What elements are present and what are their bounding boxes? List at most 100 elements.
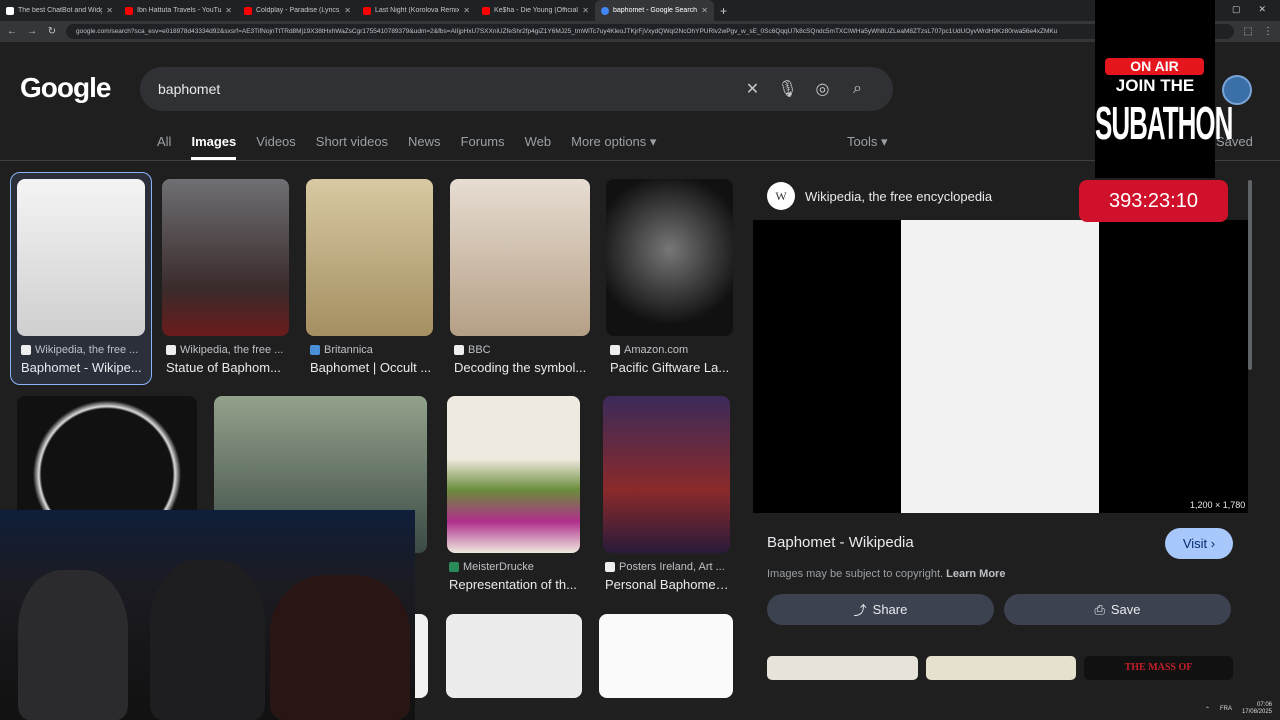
extensions-icon[interactable]: ⬚	[1242, 26, 1254, 37]
result-source[interactable]: BBC	[454, 344, 491, 356]
tab-short-videos[interactable]: Short videos	[316, 134, 388, 160]
tools-button[interactable]: Tools ▾	[847, 134, 888, 150]
panel-scrollbar[interactable]	[1248, 180, 1252, 370]
menu-icon[interactable]: ⋮	[1262, 26, 1274, 37]
visit-button[interactable]: Visit ›	[1165, 528, 1233, 559]
result-source[interactable]: Posters Ireland, Art ...	[605, 561, 725, 573]
back-icon[interactable]: ←	[6, 26, 18, 37]
preview-image[interactable]	[901, 220, 1099, 513]
language-indicator[interactable]: FRA	[1220, 706, 1232, 712]
result-title[interactable]: Personal Baphomet...	[605, 577, 729, 592]
result-source[interactable]: Wikipedia, the free ...	[166, 344, 283, 356]
close-tab-icon[interactable]: ✕	[106, 6, 113, 15]
subathon-text: SUBATHON	[1095, 96, 1233, 150]
wikipedia-icon	[166, 345, 176, 355]
close-tab-icon[interactable]: ✕	[225, 6, 232, 15]
youtube-favicon-icon	[482, 6, 490, 15]
wikipedia-icon: W	[767, 182, 795, 210]
divider	[0, 160, 1280, 161]
logo-text: Google	[20, 72, 111, 103]
result-source[interactable]: Britannica	[310, 344, 373, 356]
save-button[interactable]: ⎙ Save	[1004, 594, 1231, 625]
result-image[interactable]	[450, 179, 590, 336]
clock[interactable]: 07:06 17/08/2025	[1242, 702, 1272, 716]
close-tab-icon[interactable]: ✕	[344, 6, 351, 15]
chevron-right-icon: ›	[1210, 536, 1216, 551]
tab-news[interactable]: News	[408, 134, 441, 160]
tab-all[interactable]: All	[157, 134, 171, 160]
url-field[interactable]: google.com/search?sca_esv=e018978d43334d…	[66, 24, 1234, 39]
webcam-feed	[0, 510, 415, 720]
browser-tab[interactable]: Coldplay - Paradise (Lyrics) - Yo✕	[238, 0, 357, 21]
more-options-label: More options	[571, 134, 647, 149]
result-title[interactable]: Pacific Giftware La...	[610, 360, 734, 375]
forward-icon[interactable]: →	[26, 26, 38, 37]
related-thumbnail[interactable]: THE MASS OF	[1084, 656, 1233, 680]
result-source[interactable]: Amazon.com	[610, 344, 688, 356]
meisterdrucke-icon	[449, 562, 459, 572]
result-image[interactable]	[306, 179, 433, 336]
learn-more-link[interactable]: Learn More	[946, 568, 1005, 580]
browser-tab[interactable]: Ibn Hattuta Travels - YouTube ✕	[119, 0, 238, 21]
share-label: Share	[872, 602, 908, 617]
panel-source[interactable]: W Wikipedia, the free encyclopedia	[767, 182, 992, 210]
result-source[interactable]: MeisterDrucke	[449, 561, 534, 573]
tab-images[interactable]: Images	[191, 134, 237, 160]
streamer-left	[18, 570, 128, 720]
result-image[interactable]	[603, 396, 730, 553]
search-box[interactable]: baphomet ✕ 🎙 ◎ ⌕	[140, 67, 893, 111]
result-image[interactable]	[17, 179, 145, 336]
browser-tab[interactable]: The best ChatBot and Widgets✕	[0, 0, 119, 21]
close-tab-icon[interactable]: ✕	[582, 6, 589, 15]
panel-title[interactable]: Baphomet - Wikipedia	[767, 534, 914, 551]
join-text: JOIN THE	[1115, 76, 1195, 95]
lens-icon[interactable]: ◎	[805, 79, 840, 99]
close-tab-icon[interactable]: ✕	[463, 6, 470, 15]
new-tab-button[interactable]: +	[714, 4, 733, 18]
browser-tab[interactable]: Last Night (Korolova Remix) - Y✕	[357, 0, 476, 21]
browser-tab-active[interactable]: baphomet - Google Search ✕	[595, 0, 714, 21]
source-label: BBC	[468, 344, 491, 356]
result-image[interactable]	[162, 179, 289, 336]
close-tab-icon[interactable]: ✕	[701, 6, 708, 15]
tab-videos[interactable]: Videos	[256, 134, 296, 160]
tab-web[interactable]: Web	[525, 134, 552, 160]
share-button[interactable]: ⤴ Share	[767, 594, 994, 625]
related-thumbnail[interactable]	[926, 656, 1076, 680]
google-favicon-icon	[601, 6, 609, 15]
search-icon[interactable]: ⌕	[840, 80, 875, 98]
tray-chevron-icon[interactable]: ⌃	[1205, 706, 1210, 713]
result-title[interactable]: Statue of Baphom...	[166, 360, 290, 375]
amazon-icon	[610, 345, 620, 355]
result-title[interactable]: Representation of th...	[449, 577, 581, 592]
microphone-icon[interactable]: 🎙	[770, 79, 805, 99]
maximize-icon[interactable]: ▢	[1232, 4, 1241, 15]
browser-tab[interactable]: Ke$ha - Die Young (Official Vide ✕	[476, 0, 595, 21]
caret-down-icon: ▾	[880, 134, 888, 149]
result-title[interactable]: Baphomet - Wikipe...	[21, 360, 145, 375]
copyright-text: Images may be subject to copyright.	[767, 568, 944, 580]
clock-time: 07:06	[1256, 702, 1272, 708]
result-image[interactable]	[446, 614, 582, 698]
result-source[interactable]: Wikipedia, the free ...	[21, 344, 138, 356]
result-title[interactable]: Decoding the symbol...	[454, 360, 590, 375]
search-input[interactable]: baphomet	[158, 81, 735, 97]
reload-icon[interactable]: ↻	[46, 26, 58, 37]
tab-title: The best ChatBot and Widgets	[18, 7, 103, 14]
clear-icon[interactable]: ✕	[735, 79, 770, 99]
tab-more-options[interactable]: More options ▾	[571, 134, 656, 160]
clock-date: 17/08/2025	[1241, 709, 1272, 715]
search-nav-tabs: All Images Videos Short videos News Foru…	[157, 134, 656, 160]
tab-forums[interactable]: Forums	[461, 134, 505, 160]
close-window-icon[interactable]: ✕	[1258, 4, 1266, 15]
result-image[interactable]	[599, 614, 733, 698]
streamer-right	[270, 575, 410, 720]
image-dimensions: 1,200 × 1,780	[1190, 500, 1246, 510]
result-image[interactable]	[447, 396, 580, 553]
url-text: google.com/search?sca_esv=e018978d43334d…	[76, 28, 1058, 35]
google-logo[interactable]: Google	[20, 72, 111, 104]
result-title[interactable]: Baphomet | Occult ...	[310, 360, 434, 375]
result-image[interactable]	[606, 179, 733, 336]
stream-overlay-banner: ON AIR JOIN THE SUBATHON	[1095, 0, 1233, 178]
related-thumbnail[interactable]	[767, 656, 918, 680]
